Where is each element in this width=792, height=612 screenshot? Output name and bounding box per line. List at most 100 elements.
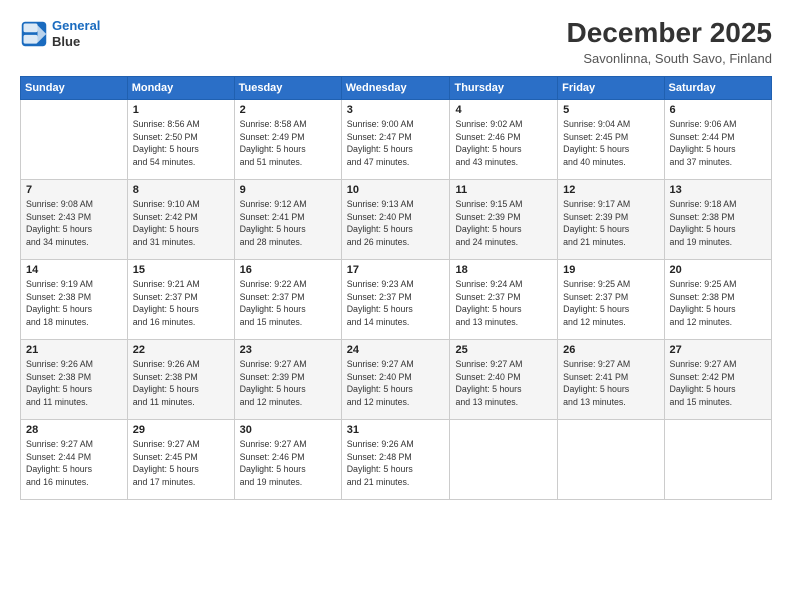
day-of-week-thursday: Thursday (450, 76, 558, 99)
page: General Blue December 2025 Savonlinna, S… (0, 0, 792, 612)
day-info: Sunrise: 9:12 AMSunset: 2:41 PMDaylight:… (240, 198, 336, 249)
day-of-week-header-row: SundayMondayTuesdayWednesdayThursdayFrid… (21, 76, 772, 99)
calendar-week-4: 21 Sunrise: 9:26 AMSunset: 2:38 PMDayligh… (21, 339, 772, 419)
calendar-cell: 25 Sunrise: 9:27 AMSunset: 2:40 PMDayligh… (450, 339, 558, 419)
title-block: December 2025 Savonlinna, South Savo, Fi… (567, 18, 772, 66)
calendar-cell: 5Sunrise: 9:04 AMSunset: 2:45 PMDaylight… (558, 99, 664, 179)
day-info: Sunrise: 9:06 AMSunset: 2:44 PMDaylight:… (670, 118, 766, 169)
day-number: 8 (133, 184, 229, 196)
day-info: Sunrise: 9:15 AMSunset: 2:39 PMDaylight:… (455, 198, 552, 249)
day-number: 1 (133, 104, 229, 116)
day-info: Sunrise: 9:27 AMSunset: 2:46 PMDaylight:… (240, 438, 336, 489)
logo-icon (20, 20, 48, 48)
day-number: 30 (240, 424, 336, 436)
day-info: Sunrise: 9:27 AMSunset: 2:41 PMDaylight:… (563, 358, 658, 409)
logo-text: General Blue (52, 18, 100, 49)
day-info: Sunrise: 9:27 AMSunset: 2:42 PMDaylight:… (670, 358, 766, 409)
calendar-week-1: 1 Sunrise: 8:56 AMSunset: 2:50 PMDaylight… (21, 99, 772, 179)
calendar-cell: 26 Sunrise: 9:27 AMSunset: 2:41 PMDayligh… (558, 339, 664, 419)
day-number: 24 (347, 344, 445, 356)
day-number: 14 (26, 264, 122, 276)
day-info: Sunrise: 9:21 AMSunset: 2:37 PMDaylight:… (133, 278, 229, 329)
day-number: 27 (670, 344, 766, 356)
day-of-week-sunday: Sunday (21, 76, 128, 99)
day-number: 22 (133, 344, 229, 356)
day-number: 26 (563, 344, 658, 356)
day-info: Sunrise: 9:25 AMSunset: 2:38 PMDaylight:… (670, 278, 766, 329)
month-title: December 2025 (567, 18, 772, 49)
calendar-table: SundayMondayTuesdayWednesdayThursdayFrid… (20, 76, 772, 500)
calendar-cell: 23Sunrise: 9:27 AMSunset: 2:39 PMDayligh… (234, 339, 341, 419)
day-info: Sunrise: 9:26 AMSunset: 2:38 PMDaylight:… (26, 358, 122, 409)
header: General Blue December 2025 Savonlinna, S… (20, 18, 772, 66)
day-number: 15 (133, 264, 229, 276)
calendar-cell (21, 99, 128, 179)
day-number: 13 (670, 184, 766, 196)
calendar-cell: 1 Sunrise: 8:56 AMSunset: 2:50 PMDaylight… (127, 99, 234, 179)
day-info: Sunrise: 8:56 AMSunset: 2:50 PMDaylight:… (133, 118, 229, 169)
day-number: 19 (563, 264, 658, 276)
day-number: 10 (347, 184, 445, 196)
calendar-cell: 8 Sunrise: 9:10 AMSunset: 2:42 PMDaylight… (127, 179, 234, 259)
logo: General Blue (20, 18, 100, 49)
calendar-cell: 14 Sunrise: 9:19 AMSunset: 2:38 PMDayligh… (21, 259, 128, 339)
day-info: Sunrise: 9:13 AMSunset: 2:40 PMDaylight:… (347, 198, 445, 249)
day-info: Sunrise: 9:27 AMSunset: 2:40 PMDaylight:… (347, 358, 445, 409)
calendar-week-2: 7 Sunrise: 9:08 AMSunset: 2:43 PMDaylight… (21, 179, 772, 259)
day-info: Sunrise: 9:25 AMSunset: 2:37 PMDaylight:… (563, 278, 658, 329)
calendar-cell: 27 Sunrise: 9:27 AMSunset: 2:42 PMDayligh… (664, 339, 771, 419)
calendar-cell: 19 Sunrise: 9:25 AMSunset: 2:37 PMDayligh… (558, 259, 664, 339)
subtitle: Savonlinna, South Savo, Finland (567, 51, 772, 66)
calendar-cell: 7 Sunrise: 9:08 AMSunset: 2:43 PMDaylight… (21, 179, 128, 259)
day-info: Sunrise: 9:00 AMSunset: 2:47 PMDaylight:… (347, 118, 445, 169)
calendar-cell: 28 Sunrise: 9:27 AMSunset: 2:44 PMDayligh… (21, 419, 128, 499)
day-info: Sunrise: 9:19 AMSunset: 2:38 PMDaylight:… (26, 278, 122, 329)
day-number: 29 (133, 424, 229, 436)
calendar-cell: 24 Sunrise: 9:27 AMSunset: 2:40 PMDayligh… (341, 339, 450, 419)
calendar-cell: 10 Sunrise: 9:13 AMSunset: 2:40 PMDayligh… (341, 179, 450, 259)
day-number: 12 (563, 184, 658, 196)
day-number: 4 (455, 104, 552, 116)
day-number: 18 (455, 264, 552, 276)
day-info: Sunrise: 9:24 AMSunset: 2:37 PMDaylight:… (455, 278, 552, 329)
day-info: Sunrise: 9:08 AMSunset: 2:43 PMDaylight:… (26, 198, 122, 249)
day-number: 7 (26, 184, 122, 196)
day-info: Sunrise: 9:22 AMSunset: 2:37 PMDaylight:… (240, 278, 336, 329)
day-number: 9 (240, 184, 336, 196)
calendar-week-5: 28 Sunrise: 9:27 AMSunset: 2:44 PMDayligh… (21, 419, 772, 499)
day-info: Sunrise: 9:17 AMSunset: 2:39 PMDaylight:… (563, 198, 658, 249)
day-number: 28 (26, 424, 122, 436)
day-number: 6 (670, 104, 766, 116)
calendar-cell: 18 Sunrise: 9:24 AMSunset: 2:37 PMDayligh… (450, 259, 558, 339)
day-number: 2 (240, 104, 336, 116)
calendar-cell: 12 Sunrise: 9:17 AMSunset: 2:39 PMDayligh… (558, 179, 664, 259)
calendar-week-3: 14 Sunrise: 9:19 AMSunset: 2:38 PMDayligh… (21, 259, 772, 339)
day-info: Sunrise: 9:27 AMSunset: 2:39 PMDaylight:… (240, 358, 336, 409)
day-number: 17 (347, 264, 445, 276)
day-info: Sunrise: 9:10 AMSunset: 2:42 PMDaylight:… (133, 198, 229, 249)
calendar-cell: 21 Sunrise: 9:26 AMSunset: 2:38 PMDayligh… (21, 339, 128, 419)
day-number: 3 (347, 104, 445, 116)
calendar-cell: 22Sunrise: 9:26 AMSunset: 2:38 PMDayligh… (127, 339, 234, 419)
calendar-body: 1 Sunrise: 8:56 AMSunset: 2:50 PMDaylight… (21, 99, 772, 499)
calendar-cell: 20 Sunrise: 9:25 AMSunset: 2:38 PMDayligh… (664, 259, 771, 339)
calendar-cell: 6 Sunrise: 9:06 AMSunset: 2:44 PMDaylight… (664, 99, 771, 179)
day-info: Sunrise: 9:27 AMSunset: 2:40 PMDaylight:… (455, 358, 552, 409)
day-of-week-tuesday: Tuesday (234, 76, 341, 99)
day-info: Sunrise: 9:26 AMSunset: 2:48 PMDaylight:… (347, 438, 445, 489)
day-info: Sunrise: 9:02 AMSunset: 2:46 PMDaylight:… (455, 118, 552, 169)
day-number: 25 (455, 344, 552, 356)
day-of-week-wednesday: Wednesday (341, 76, 450, 99)
calendar-cell: 9 Sunrise: 9:12 AMSunset: 2:41 PMDaylight… (234, 179, 341, 259)
calendar-cell: 15 Sunrise: 9:21 AMSunset: 2:37 PMDayligh… (127, 259, 234, 339)
day-number: 16 (240, 264, 336, 276)
day-of-week-saturday: Saturday (664, 76, 771, 99)
calendar-cell: 31 Sunrise: 9:26 AMSunset: 2:48 PMDayligh… (341, 419, 450, 499)
day-info: Sunrise: 9:27 AMSunset: 2:44 PMDaylight:… (26, 438, 122, 489)
day-number: 21 (26, 344, 122, 356)
calendar-cell: 3 Sunrise: 9:00 AMSunset: 2:47 PMDaylight… (341, 99, 450, 179)
day-number: 31 (347, 424, 445, 436)
day-number: 5 (563, 104, 658, 116)
day-info: Sunrise: 9:23 AMSunset: 2:37 PMDaylight:… (347, 278, 445, 329)
day-number: 20 (670, 264, 766, 276)
